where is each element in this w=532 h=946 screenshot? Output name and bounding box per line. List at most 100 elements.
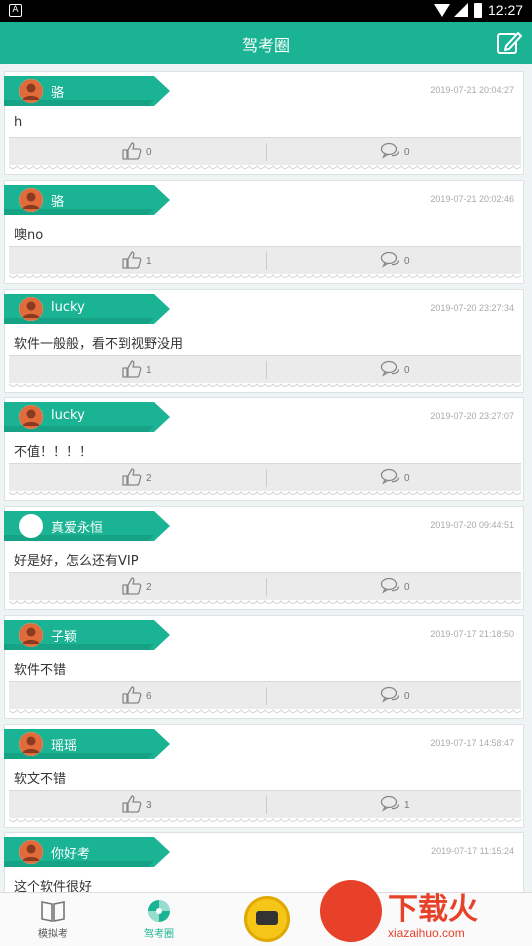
like-button[interactable]: 2 — [122, 576, 152, 597]
comment-button[interactable]: 0 — [380, 468, 410, 488]
avatar[interactable] — [19, 405, 43, 429]
like-count: 2 — [146, 581, 152, 593]
post-card[interactable]: lucky 2019-07-20 23:27:34 软件一般般，看不到视野没用 1 0 — [4, 289, 524, 393]
wave-divider — [9, 600, 522, 604]
post-card[interactable]: 骆 2019-07-21 20:04:27 h 0 0 — [4, 71, 524, 175]
nav-item-mock-exam[interactable]: 模拟考 — [23, 899, 83, 940]
post-timestamp: 2019-07-20 23:27:07 — [430, 411, 514, 421]
wifi-icon — [434, 4, 450, 17]
nav-item-community[interactable]: 驾考圈 — [129, 899, 189, 940]
post-card[interactable]: 瑶瑶 2019-07-17 14:58:47 软文不错 3 1 — [4, 724, 524, 828]
like-button[interactable]: 6 — [122, 685, 152, 706]
username[interactable]: 子颖 — [51, 626, 77, 645]
steering-wheel-icon — [256, 911, 278, 925]
username[interactable]: 真爱永恒 — [51, 517, 103, 536]
post-card[interactable]: 子颖 2019-07-17 21:18:50 软件不错 6 0 — [4, 615, 524, 719]
nav-label: 模拟考 — [38, 929, 68, 940]
username[interactable]: lucky — [51, 300, 85, 315]
thumbs-up-icon — [122, 359, 142, 381]
post-timestamp: 2019-07-17 14:58:47 — [430, 738, 514, 748]
steering-wheel-button[interactable] — [244, 896, 290, 942]
like-button[interactable]: 0 — [122, 141, 152, 163]
comment-button[interactable]: 0 — [380, 142, 410, 162]
edit-post-icon[interactable] — [496, 30, 522, 56]
avatar[interactable] — [19, 79, 43, 103]
book-icon — [41, 901, 65, 922]
like-button[interactable]: 2 — [122, 467, 152, 489]
post-actions: 60 — [9, 681, 521, 709]
notification-icon: A — [9, 4, 22, 17]
post-content: 噢no — [14, 228, 44, 243]
avatar[interactable] — [19, 297, 43, 321]
post-card[interactable]: 骆 2019-07-21 20:02:46 噢no 1 0 — [4, 180, 524, 284]
avatar[interactable] — [19, 514, 43, 538]
post-timestamp: 2019-07-17 11:15:24 — [431, 846, 514, 856]
user-tag: lucky — [4, 402, 170, 432]
user-tag: 你好考 — [4, 837, 170, 867]
post-actions: 20 — [9, 572, 521, 600]
avatar[interactable] — [19, 188, 43, 212]
watermark-brand: 下载火 — [388, 892, 478, 927]
username[interactable]: lucky — [51, 408, 85, 423]
wave-divider — [9, 165, 522, 169]
username[interactable]: 你好考 — [51, 843, 90, 862]
comment-button[interactable]: 1 — [380, 795, 410, 815]
post-card[interactable]: lucky 2019-07-20 23:27:07 不值！！！！ 2 0 — [4, 397, 524, 501]
user-tag: 子颖 — [4, 620, 170, 650]
comment-button[interactable]: 0 — [380, 251, 410, 271]
post-timestamp: 2019-07-20 09:44:51 — [430, 520, 514, 530]
user-tag: 真爱永恒 — [4, 511, 170, 541]
wave-divider — [9, 491, 522, 495]
post-content: 不值！！！！ — [14, 445, 93, 460]
comment-icon — [380, 251, 400, 272]
comment-icon — [380, 142, 400, 163]
like-count: 2 — [146, 472, 152, 484]
post-timestamp: 2019-07-21 20:02:46 — [430, 194, 514, 204]
post-actions: 10 — [9, 246, 521, 274]
post-content: 软件一般般，看不到视野没用 — [14, 337, 184, 352]
comment-icon — [380, 577, 400, 598]
post-content: 软文不错 — [14, 772, 67, 787]
comment-count: 0 — [404, 690, 410, 702]
status-bar: A 12:27 — [0, 0, 532, 22]
thumbs-up-icon — [122, 141, 142, 163]
post-timestamp: 2019-07-21 20:04:27 — [430, 85, 514, 95]
post-actions: 10 — [9, 355, 521, 383]
circle-community-icon — [148, 900, 170, 922]
avatar[interactable] — [19, 732, 43, 756]
like-button[interactable]: 1 — [122, 359, 152, 381]
divider — [266, 143, 267, 161]
comment-button[interactable]: 0 — [380, 360, 410, 380]
app-header: 驾考圈 — [0, 22, 532, 64]
fire-logo-icon — [320, 880, 382, 942]
comment-count: 0 — [404, 255, 410, 267]
status-time: 12:27 — [488, 2, 524, 18]
username[interactable]: 瑶瑶 — [51, 735, 77, 754]
divider — [266, 796, 267, 814]
like-count: 0 — [146, 146, 152, 158]
username[interactable]: 骆 — [51, 191, 64, 210]
thumbs-up-icon — [122, 794, 142, 816]
like-count: 1 — [146, 255, 152, 267]
like-button[interactable]: 1 — [122, 250, 152, 271]
avatar[interactable] — [19, 840, 43, 864]
user-tag: 瑶瑶 — [4, 729, 170, 759]
comment-icon — [380, 468, 400, 489]
comment-count: 0 — [404, 472, 410, 484]
post-card[interactable]: 真爱永恒 2019-07-20 09:44:51 好是好，怎么还有VIP 2 0 — [4, 506, 524, 610]
comment-button[interactable]: 0 — [380, 577, 410, 597]
comment-button[interactable]: 0 — [380, 686, 410, 706]
like-button[interactable]: 3 — [122, 794, 152, 816]
like-count: 3 — [146, 799, 152, 811]
post-content: 软件不错 — [14, 663, 67, 678]
battery-icon — [474, 3, 482, 18]
divider — [266, 469, 267, 487]
comment-icon — [380, 686, 400, 707]
divider — [266, 252, 267, 270]
thumbs-up-icon — [122, 467, 142, 489]
like-count: 1 — [146, 364, 152, 376]
avatar[interactable] — [19, 623, 43, 647]
username[interactable]: 骆 — [51, 82, 64, 101]
post-feed[interactable]: 骆 2019-07-21 20:04:27 h 0 0 骆 2019-07-21 20:02… — [0, 64, 532, 892]
wave-divider — [9, 818, 522, 822]
